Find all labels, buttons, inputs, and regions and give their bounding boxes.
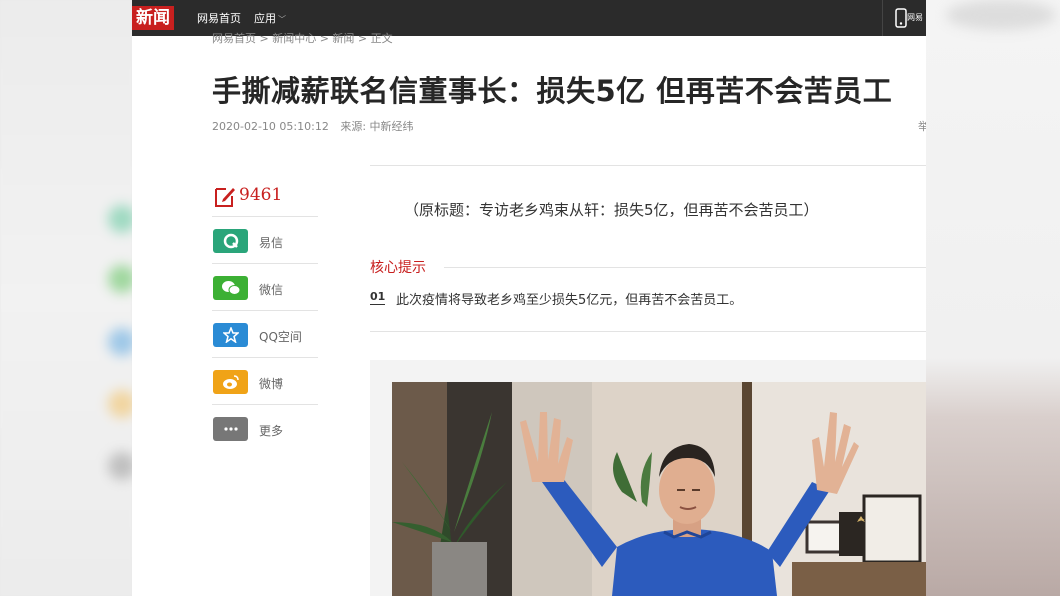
share-weibo[interactable]: 微博 <box>212 358 318 405</box>
share-yixin[interactable]: 易信 <box>212 217 318 264</box>
right-backdrop <box>926 0 1060 596</box>
comment-edit-icon <box>215 188 235 207</box>
share-label: 微博 <box>259 377 284 391</box>
blurred-header <box>946 0 1056 30</box>
video-frame-image <box>392 382 926 596</box>
nav-home-link[interactable]: 网易首页 <box>197 10 241 26</box>
nav-apps-menu[interactable]: 应用 ﹀ <box>254 10 286 26</box>
article-video[interactable] <box>392 382 926 596</box>
mobile-app-button[interactable]: 网易 <box>882 0 926 36</box>
divider <box>370 331 926 332</box>
core-tip-text: 此次疫情将导致老乡鸡至少损失5亿元，但再苦不会苦员工。 <box>396 293 743 308</box>
share-wechat[interactable]: 微信 <box>212 264 318 311</box>
original-title: （原标题：专访老乡鸡束从轩：损失5亿，但再苦不会苦员工） <box>404 201 819 219</box>
news-logo[interactable]: 新闻 <box>132 6 174 30</box>
yixin-icon <box>213 229 248 253</box>
chevron-down-icon: ﹀ <box>278 15 286 24</box>
share-label: 更多 <box>259 424 284 438</box>
comment-count: 9461 <box>239 185 283 205</box>
divider <box>370 165 926 166</box>
phone-icon <box>895 8 907 28</box>
article-meta: 2020-02-10 05:10:12 来源: 中新经纬 <box>212 118 422 134</box>
share-label: 易信 <box>259 236 284 250</box>
comment-count-link[interactable]: 9461 <box>212 180 318 217</box>
report-link[interactable]: 举 <box>918 118 926 134</box>
share-qzone[interactable]: QQ空间 <box>212 311 318 358</box>
nav-apps-label: 应用 <box>254 12 276 25</box>
share-label: QQ空间 <box>259 330 302 344</box>
core-tip-heading: 核心提示 <box>370 260 426 276</box>
article-title: 手撕减薪联名信董事长：损失5亿 但再苦不会苦员工 <box>212 74 893 108</box>
share-sidebar: 9461 易信 微信 QQ空间 微博 更多 <box>212 180 318 451</box>
article-page: 新闻 网易首页 应用 ﹀ 网易 网易首页 > 新闻中心 > 新闻 > 正文 手撕减… <box>132 0 926 596</box>
left-backdrop <box>0 0 136 596</box>
core-tip-number: 01 <box>370 290 386 305</box>
divider <box>444 267 926 268</box>
mobile-label: 网易 <box>907 13 923 22</box>
wechat-icon <box>213 276 248 300</box>
video-container <box>370 360 926 596</box>
share-more[interactable]: 更多 <box>212 405 318 451</box>
more-icon <box>213 417 248 441</box>
article-source[interactable]: 来源: 中新经纬 <box>340 120 413 133</box>
qzone-icon <box>213 323 248 347</box>
breadcrumb[interactable]: 网易首页 > 新闻中心 > 新闻 > 正文 <box>212 30 393 44</box>
share-label: 微信 <box>259 283 284 297</box>
weibo-icon <box>213 370 248 394</box>
publish-time: 2020-02-10 05:10:12 <box>212 120 329 133</box>
